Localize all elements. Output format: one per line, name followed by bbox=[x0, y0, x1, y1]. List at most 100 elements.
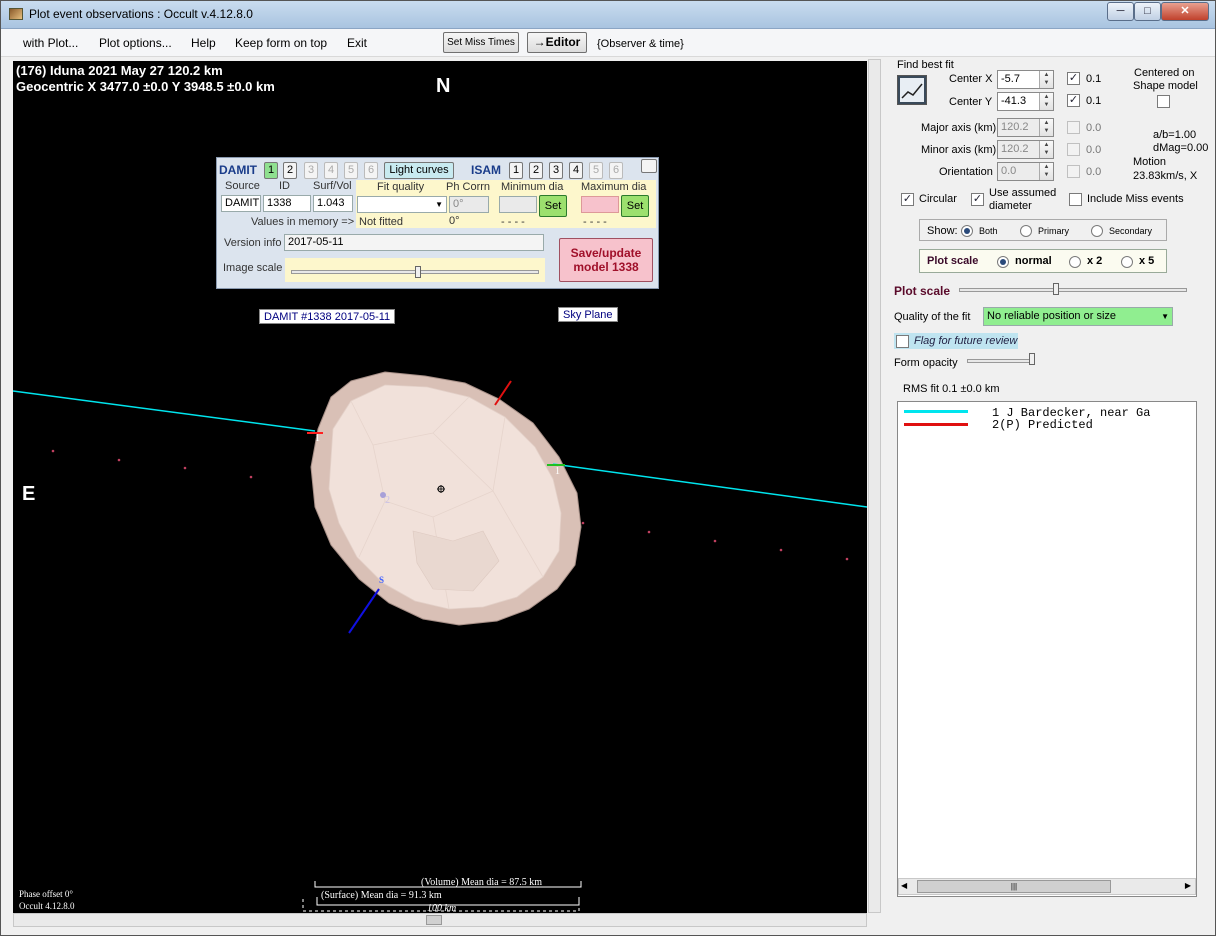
ab-ratio-label: a/b=1.00 bbox=[1153, 129, 1197, 141]
find-best-fit-button[interactable] bbox=[897, 75, 927, 105]
plot-scale-slider-label: Plot scale bbox=[894, 284, 951, 298]
observations-list[interactable]: 1 J Bardecker, near Ga 2(P) Predicted ◀ … bbox=[897, 401, 1197, 897]
source-field: DAMIT bbox=[221, 195, 261, 212]
set-min-dia-button[interactable]: Set bbox=[539, 195, 567, 217]
damit-model-5-button[interactable]: 5 bbox=[344, 162, 358, 179]
occult-version-label: Occult 4.12.8.0 bbox=[19, 901, 75, 911]
editor-button[interactable]: →Editor bbox=[527, 32, 587, 53]
scale-x5-radio[interactable] bbox=[1121, 256, 1133, 268]
diameter-label: diameter bbox=[989, 200, 1032, 212]
isam-model-6-button[interactable]: 6 bbox=[609, 162, 623, 179]
light-curves-button[interactable]: Light curves bbox=[384, 162, 454, 179]
ph-corrn-field[interactable]: 0° bbox=[449, 196, 489, 213]
image-scale-thumb[interactable] bbox=[415, 266, 421, 278]
maximize-button[interactable]: □ bbox=[1134, 2, 1161, 21]
damit-model-1-button[interactable]: 1 bbox=[264, 162, 278, 179]
scale-bar-label: 100 km bbox=[427, 903, 457, 913]
isam-model-3-button[interactable]: 3 bbox=[549, 162, 563, 179]
menu-with-plot[interactable]: with Plot... bbox=[23, 36, 78, 50]
set-miss-times-button[interactable]: Set Miss Times bbox=[443, 32, 519, 53]
show-primary-radio[interactable] bbox=[1020, 225, 1032, 237]
damit-model-2-button[interactable]: 2 bbox=[283, 162, 297, 179]
menu-exit[interactable]: Exit bbox=[347, 36, 367, 50]
plot-scale-thumb[interactable] bbox=[1053, 283, 1059, 295]
main-window: Plot event observations : Occult v.4.12.… bbox=[0, 0, 1216, 936]
circular-checkbox[interactable]: ✓ bbox=[901, 193, 914, 206]
fit-quality-dropdown[interactable]: ▼ bbox=[357, 196, 447, 213]
max-dia-field[interactable] bbox=[581, 196, 619, 213]
orientation-input[interactable]: 0.0 ▲ ▼ bbox=[997, 162, 1054, 181]
menu-bar: with Plot... Plot options... Help Keep f… bbox=[1, 29, 1215, 57]
centered-on-shape-checkbox[interactable] bbox=[1157, 95, 1170, 108]
version-info-field[interactable]: 2017-05-11 bbox=[284, 234, 544, 251]
scale-normal-radio[interactable] bbox=[997, 256, 1009, 268]
min-dia-field[interactable] bbox=[499, 196, 537, 213]
plot-scale-label: Plot scale bbox=[927, 255, 979, 267]
ph-corrn-header: Ph Corrn bbox=[446, 181, 491, 193]
form-opacity-label: Form opacity bbox=[894, 357, 958, 369]
isam-model-5-button[interactable]: 5 bbox=[589, 162, 603, 179]
menu-help[interactable]: Help bbox=[191, 36, 216, 50]
circular-label: Circular bbox=[919, 193, 957, 205]
orientation-label: Orientation bbox=[939, 166, 993, 178]
quality-of-fit-value: No reliable position or size bbox=[987, 310, 1117, 322]
show-both-radio[interactable] bbox=[961, 225, 973, 237]
chord-1-line-west bbox=[13, 390, 316, 432]
minimize-button[interactable]: ─ bbox=[1107, 2, 1134, 21]
plot-scale-slider[interactable] bbox=[959, 288, 1187, 292]
damit-model-6-button[interactable]: 6 bbox=[364, 162, 378, 179]
observations-hscroll-thumb[interactable]: ||| bbox=[917, 880, 1111, 893]
center-x-checkbox[interactable]: ✓ bbox=[1067, 72, 1080, 85]
quality-of-fit-dropdown[interactable]: No reliable position or size ▼ bbox=[983, 307, 1173, 326]
observations-hscrollbar[interactable]: ◀ ||| ▶ bbox=[898, 878, 1196, 895]
flag-review-checkbox[interactable] bbox=[896, 335, 909, 348]
center-x-input[interactable]: -5.7 ▲ ▼ bbox=[997, 70, 1054, 89]
scale-x2-radio[interactable] bbox=[1069, 256, 1081, 268]
show-secondary-radio[interactable] bbox=[1091, 225, 1103, 237]
minor-axis-input[interactable]: 120.2 ▲ ▼ bbox=[997, 140, 1054, 159]
min-dia-header: Minimum dia bbox=[501, 181, 564, 193]
observation-2-row[interactable]: 2(P) Predicted bbox=[992, 418, 1093, 432]
use-assumed-diameter-checkbox[interactable]: ✓ bbox=[971, 193, 984, 206]
form-opacity-slider[interactable] bbox=[967, 359, 1033, 363]
isam-model-2-button[interactable]: 2 bbox=[529, 162, 543, 179]
panel-close-button[interactable] bbox=[641, 159, 657, 173]
set-max-dia-button[interactable]: Set bbox=[621, 195, 649, 217]
not-fitted-label: Not fitted bbox=[359, 216, 404, 228]
major-axis-label: Major axis (km) bbox=[921, 122, 997, 134]
show-primary-label: Primary bbox=[1038, 226, 1069, 236]
center-y-label: Center Y bbox=[949, 96, 993, 108]
isam-model-4-button[interactable]: 4 bbox=[569, 162, 583, 179]
orientation-value: 0.0 bbox=[1001, 165, 1017, 177]
isam-model-1-button[interactable]: 1 bbox=[509, 162, 523, 179]
damit-model-3-button[interactable]: 3 bbox=[304, 162, 318, 179]
plot-hscrollbar[interactable] bbox=[13, 913, 867, 927]
pole-s-label: S bbox=[379, 575, 385, 585]
memory-max-value: - - - - bbox=[583, 216, 607, 228]
image-scale-label: Image scale bbox=[223, 262, 283, 274]
minor-axis-label: Minor axis (km) bbox=[921, 144, 997, 156]
shape-model-label: Shape model bbox=[1133, 80, 1198, 92]
save-update-model-button[interactable]: Save/update model 1338 bbox=[559, 238, 653, 282]
chord-1-line-east bbox=[552, 463, 867, 508]
damit-model-4-button[interactable]: 4 bbox=[324, 162, 338, 179]
major-axis-checkbox[interactable] bbox=[1067, 121, 1080, 134]
center-y-checkbox[interactable]: ✓ bbox=[1067, 94, 1080, 107]
orientation-checkbox[interactable] bbox=[1067, 165, 1080, 178]
memory-ph-value: 0° bbox=[449, 215, 460, 227]
menu-keep-on-top[interactable]: Keep form on top bbox=[235, 36, 327, 50]
menu-plot-options[interactable]: Plot options... bbox=[99, 36, 172, 50]
close-button[interactable]: ✕ bbox=[1161, 2, 1209, 21]
plot-vscrollbar[interactable] bbox=[868, 59, 881, 913]
max-dia-header: Maximum dia bbox=[581, 181, 647, 193]
center-y-input[interactable]: -41.3 ▲ ▼ bbox=[997, 92, 1054, 111]
plot-header-line2: Geocentric X 3477.0 ±0.0 Y 3948.5 ±0.0 k… bbox=[16, 79, 275, 94]
plot-hscroll-thumb[interactable] bbox=[426, 915, 442, 925]
observation-2-line-swatch bbox=[904, 423, 968, 426]
include-miss-checkbox[interactable] bbox=[1069, 193, 1082, 206]
find-best-fit-label: Find best fit bbox=[897, 59, 954, 71]
form-opacity-thumb[interactable] bbox=[1029, 353, 1035, 365]
major-axis-input[interactable]: 120.2 ▲ ▼ bbox=[997, 118, 1054, 137]
minor-axis-checkbox[interactable] bbox=[1067, 143, 1080, 156]
surfvol-field: 1.043 bbox=[313, 195, 353, 212]
